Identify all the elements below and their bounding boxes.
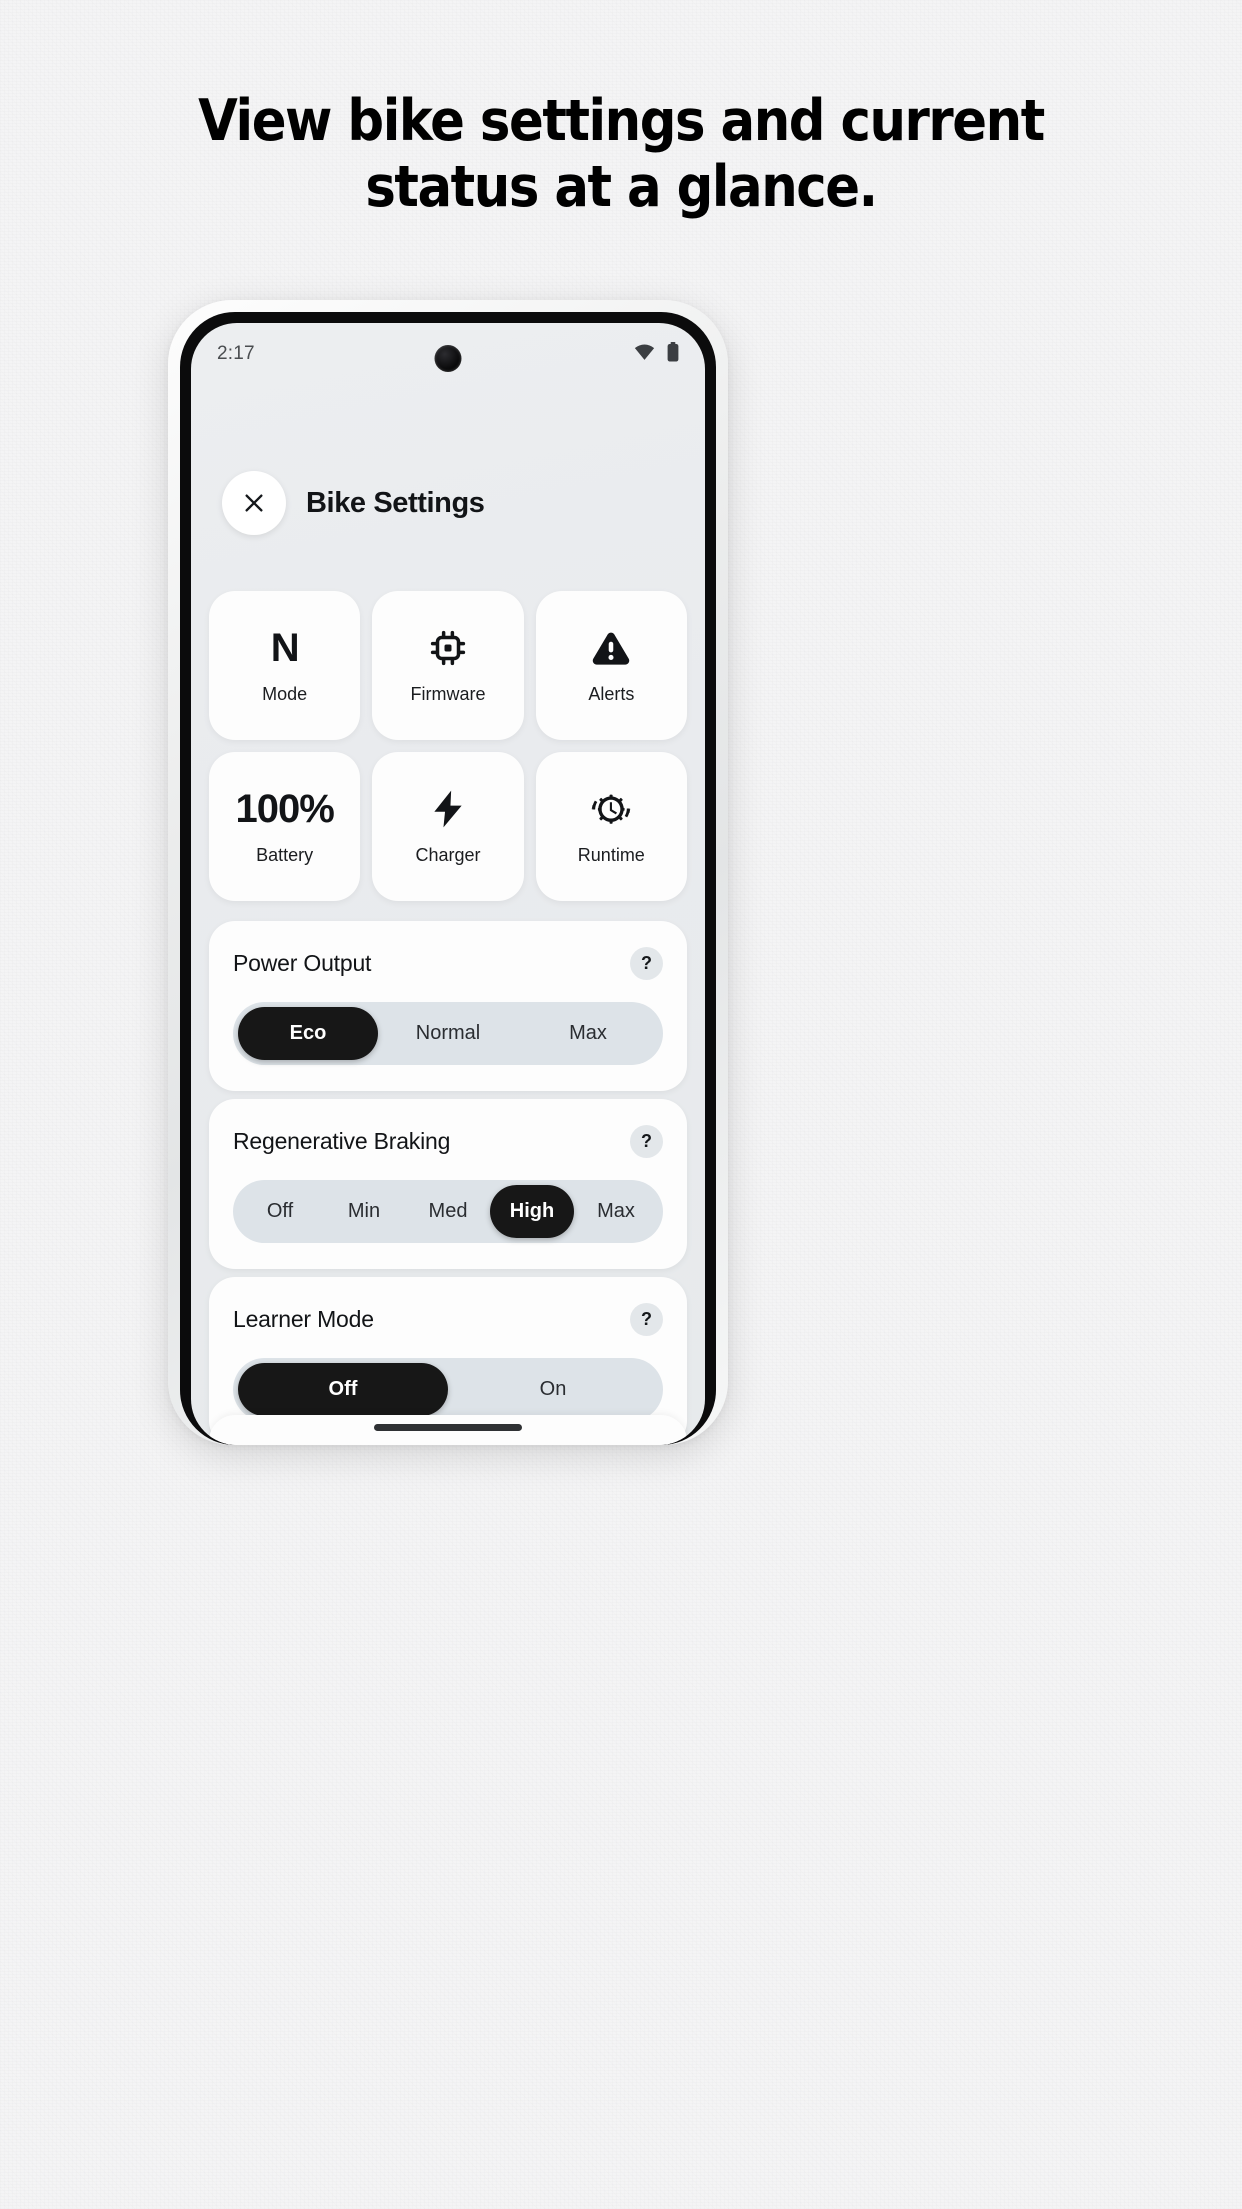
tile-charger[interactable]: Charger <box>372 752 524 901</box>
segment-option-normal[interactable]: Normal <box>378 1007 518 1060</box>
setting-title: Learner Mode <box>233 1306 374 1332</box>
tile-alerts[interactable]: Alerts <box>535 591 687 740</box>
setting-title: Regenerative Braking <box>233 1128 451 1154</box>
segmented-control-power-output: Eco Normal Max <box>233 1002 663 1065</box>
tile-label: Alerts <box>588 684 635 704</box>
tile-battery[interactable]: 100% Battery <box>209 752 361 901</box>
setting-header: Power Output ? <box>233 947 663 980</box>
home-indicator[interactable] <box>374 1424 522 1431</box>
status-icons <box>634 341 679 367</box>
segmented-control-learner-mode: Off On <box>233 1358 663 1421</box>
tile-label: Mode <box>262 684 308 704</box>
phone-frame: 2:17 Bike Settings N Mode Firmware Alert… <box>180 312 716 1445</box>
segment-option-med[interactable]: Med <box>406 1185 490 1238</box>
segmented-control-regenerative-braking: Off Min Med High Max <box>233 1180 663 1243</box>
segment-option-on[interactable]: On <box>448 1363 658 1416</box>
page-title: View bike settings and current status at… <box>62 88 1180 220</box>
setting-header: Learner Mode ? <box>233 1303 663 1336</box>
segment-option-off[interactable]: Off <box>238 1363 448 1416</box>
camera-punch-hole <box>434 345 462 372</box>
warning-icon <box>590 626 632 670</box>
setting-card-regenerative-braking: Regenerative Braking ? Off Min Med High … <box>209 1099 687 1269</box>
battery-icon <box>667 341 679 367</box>
tile-label: Firmware <box>410 684 486 704</box>
status-time: 2:17 <box>217 343 255 364</box>
wifi-icon <box>634 344 655 365</box>
headline-line-1: View bike settings and current <box>198 88 1045 154</box>
tile-firmware[interactable]: Firmware <box>372 591 524 740</box>
tile-label: Charger <box>415 845 481 865</box>
setting-title: Power Output <box>233 950 372 976</box>
setting-header: Regenerative Braking ? <box>233 1125 663 1158</box>
segment-option-min[interactable]: Min <box>322 1185 406 1238</box>
poster-stage: View bike settings and current status at… <box>0 0 1242 2209</box>
segment-option-eco[interactable]: Eco <box>238 1007 378 1060</box>
bolt-icon <box>427 787 469 831</box>
segment-option-high[interactable]: High <box>490 1185 574 1238</box>
headline-line-2: status at a glance. <box>365 154 878 221</box>
chip-icon <box>427 626 469 670</box>
runtime-icon <box>590 787 632 831</box>
phone-mockup: 2:17 Bike Settings N Mode Firmware Alert… <box>168 300 728 1445</box>
mode-value: N <box>270 626 300 670</box>
tile-label: Runtime <box>577 845 645 865</box>
segment-option-max[interactable]: Max <box>518 1007 658 1060</box>
phone-screen: 2:17 Bike Settings N Mode Firmware Alert… <box>191 323 705 1445</box>
tile-label: Battery <box>256 845 314 865</box>
help-button[interactable]: ? <box>630 1303 663 1336</box>
status-tiles-grid: N Mode Firmware Alerts 100% Battery Char… <box>209 591 687 901</box>
close-button[interactable] <box>222 471 286 535</box>
screen-header: Bike Settings <box>191 471 705 535</box>
battery-value: 100% <box>235 787 335 831</box>
setting-card-power-output: Power Output ? Eco Normal Max <box>209 921 687 1091</box>
screen-title: Bike Settings <box>306 486 485 519</box>
tile-mode[interactable]: N Mode <box>209 591 361 740</box>
segment-option-max[interactable]: Max <box>574 1185 658 1238</box>
close-icon <box>245 494 263 512</box>
help-button[interactable]: ? <box>630 1125 663 1158</box>
tile-runtime[interactable]: Runtime <box>535 752 687 901</box>
segment-option-off[interactable]: Off <box>238 1185 322 1238</box>
help-button[interactable]: ? <box>630 947 663 980</box>
